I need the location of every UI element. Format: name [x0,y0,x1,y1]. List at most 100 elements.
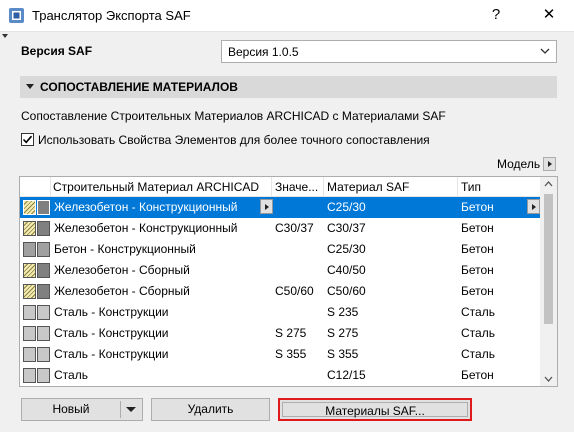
saf-materials-button-label: Материалы SAF... [282,402,468,418]
scrollbar-thumb[interactable] [544,194,553,324]
cell-archicad-material: Сталь - Конструкции [54,305,169,319]
collapse-caret-icon[interactable] [2,34,8,38]
cell-type: Бетон [461,368,494,382]
table-header: Строительный Материал ARCHICAD Значе... … [20,177,542,197]
header-separator [50,177,51,197]
material-picker-button[interactable] [260,199,273,214]
title-bar: Транслятор Экспорта SAF ? ✕ [0,0,574,31]
window-title: Транслятор Экспорта SAF [32,8,191,23]
fill-pattern-swatch [23,200,36,215]
cell-archicad-material: Железобетон - Сборный [54,284,190,298]
cell-value: C50/60 [275,284,314,298]
triangle-right-icon [532,204,536,210]
surface-color-swatch [37,284,50,299]
cell-type: Бетон [461,200,494,214]
model-menu-button[interactable] [543,157,556,171]
scroll-down-icon[interactable] [544,376,553,382]
header-separator [271,177,272,197]
use-element-properties-checkbox[interactable] [21,133,34,146]
cell-value: S 275 [275,326,307,340]
vertical-scrollbar[interactable] [540,177,557,386]
cell-archicad-material: Железобетон - Сборный [54,263,190,277]
fill-pattern-swatch [23,263,36,278]
version-select[interactable]: Версия 1.0.5 [221,40,557,63]
fill-pattern-swatch [23,284,36,299]
version-label: Версия SAF [21,44,93,58]
model-label: Модель [497,157,541,171]
cell-type: Бетон [461,221,494,235]
cell-type: Бетон [461,263,494,277]
cell-saf-material: C12/15 [327,368,366,382]
cell-saf-material: C25/30 [327,200,366,214]
cell-saf-material: C30/37 [327,221,366,235]
section-title: СОПОСТАВЛЕНИЕ МАТЕРИАЛОВ [40,80,238,94]
surface-color-swatch [37,242,50,257]
col-header-archicad-material[interactable]: Строительный Материал ARCHICAD [53,180,273,194]
cell-type: Сталь [461,305,495,319]
cell-saf-material: S 235 [327,305,359,319]
surface-color-swatch [37,200,50,215]
fill-pattern-swatch [23,368,36,383]
saf-export-translator-window: Транслятор Экспорта SAF ? ✕ Версия SAF В… [0,0,574,432]
cell-saf-material: C40/50 [327,263,366,277]
table-row[interactable]: Железобетон - Сборный C50/60 C50/60 Бетон [20,281,542,302]
title-separator [0,31,574,32]
fill-pattern-swatch [23,221,36,236]
dropdown-arrow-icon[interactable] [126,407,136,412]
table-row[interactable]: Сталь - Конструкции S 235 Сталь [20,302,542,323]
cell-value: S 355 [275,347,307,361]
type-picker-button[interactable] [527,199,540,214]
scroll-up-icon[interactable] [544,181,553,187]
help-button[interactable]: ? [484,4,508,26]
table-row[interactable]: Железобетон - Сборный C40/50 Бетон [20,260,542,281]
triangle-right-icon [265,204,269,210]
version-select-value: Версия 1.0.5 [228,45,299,59]
cell-type: Сталь [461,326,495,340]
cell-saf-material: C50/60 [327,284,366,298]
fill-pattern-swatch [23,242,36,257]
table-row[interactable]: Железобетон - Конструкционный C30/37 C30/3… [20,218,542,239]
surface-color-swatch [37,326,50,341]
cell-type: Бетон [461,284,494,298]
surface-color-swatch [37,221,50,236]
header-separator [457,177,458,197]
table-row[interactable]: Сталь - Конструкции S 275 S 275 Сталь [20,323,542,344]
surface-color-swatch [37,305,50,320]
table-row[interactable]: Сталь - Конструкции S 355 S 355 Сталь [20,344,542,365]
delete-button[interactable]: Удалить [151,398,270,421]
cell-archicad-material: Сталь [54,368,88,382]
saf-materials-button[interactable]: Материалы SAF... [278,398,472,421]
cell-archicad-material: Сталь - Конструкции [54,347,169,361]
col-header-saf-material[interactable]: Материал SAF [327,180,457,194]
fill-pattern-swatch [23,305,36,320]
chevron-down-icon [540,48,550,54]
table-row[interactable]: Бетон - Конструкционный C25/30 Бетон [20,239,542,260]
cell-saf-material: C25/30 [327,242,366,256]
col-header-value[interactable]: Значе... [275,180,325,194]
cell-saf-material: S 275 [327,326,359,340]
collapse-triangle-icon [26,84,34,89]
checkmark-icon [22,135,33,144]
split-divider [120,401,121,418]
surface-color-swatch [37,347,50,362]
material-mapping-section-header[interactable]: СОПОСТАВЛЕНИЕ МАТЕРИАЛОВ [20,76,557,98]
cell-archicad-material: Железобетон - Конструкционный [54,221,238,235]
cell-saf-material: S 355 [327,347,359,361]
table-row[interactable]: Сталь C12/15 Бетон [20,365,542,386]
surface-color-swatch [37,263,50,278]
table-row[interactable]: Железобетон - Конструкционный C25/30 Бетон [20,197,542,218]
close-button[interactable]: ✕ [534,4,564,26]
app-icon [9,8,24,23]
col-header-type[interactable]: Тип [461,180,531,194]
new-button[interactable]: Новый [21,398,143,421]
fill-pattern-swatch [23,347,36,362]
cell-type: Бетон [461,242,494,256]
cell-archicad-material: Железобетон - Конструкционный [54,200,238,214]
materials-table: Строительный Материал ARCHICAD Значе... … [19,176,558,387]
surface-color-swatch [37,368,50,383]
fill-pattern-swatch [23,326,36,341]
header-separator [323,177,324,197]
cell-type: Сталь [461,347,495,361]
cell-value: C30/37 [275,221,314,235]
checkbox-label: Использовать Свойства Элементов для боле… [38,133,430,147]
